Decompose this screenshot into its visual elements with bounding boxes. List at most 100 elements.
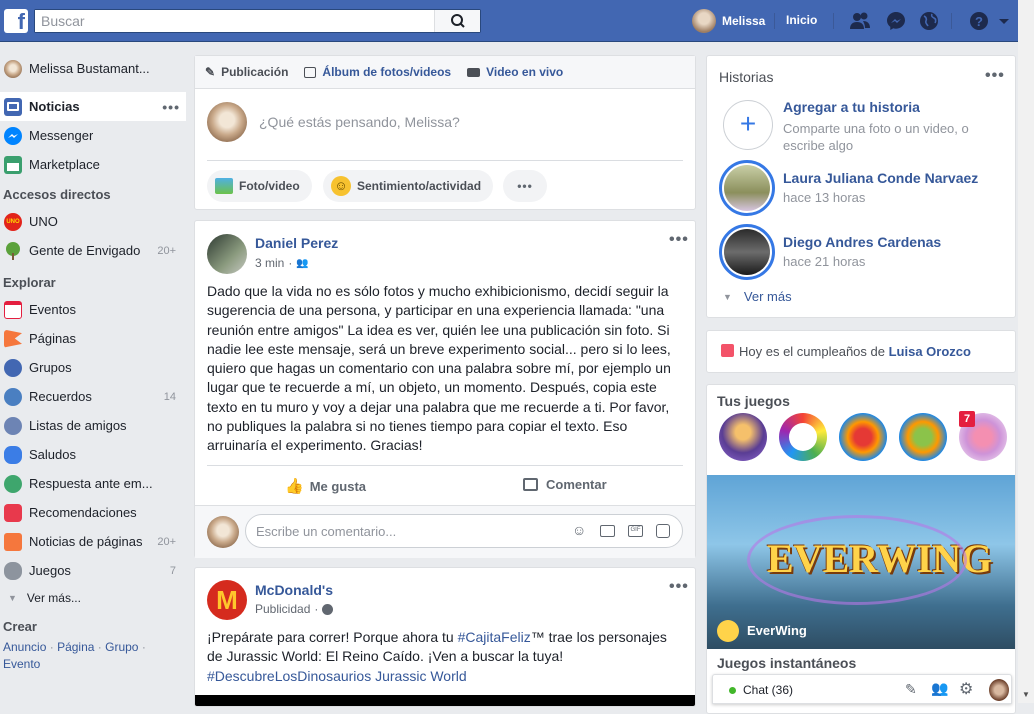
post-author[interactable]: Daniel Perez bbox=[255, 235, 338, 251]
post-author[interactable]: McDonald's bbox=[255, 582, 333, 598]
post-composer: ✎ Publicación Álbum de fotos/videos Video… bbox=[194, 55, 696, 210]
featured-game-name: EverWing bbox=[747, 623, 807, 638]
avatar[interactable] bbox=[989, 679, 1009, 701]
chat-bar[interactable]: Chat (36) ✎ 👥 ⚙ bbox=[712, 674, 1012, 704]
photo-video-button[interactable]: Foto/video bbox=[207, 170, 312, 202]
sidebar-item-news-feed[interactable]: Noticias ••• bbox=[0, 92, 186, 121]
comment-button[interactable]: Comentar bbox=[523, 477, 607, 492]
count-badge: 20+ bbox=[157, 535, 176, 548]
sidebar-profile[interactable]: Melissa Bustamant... bbox=[0, 54, 186, 83]
hashtag-link[interactable]: #CajitaFeliz bbox=[458, 629, 531, 645]
everwing-banner[interactable]: EVERWING EverWing bbox=[707, 475, 1015, 649]
sidebar-item-calendar[interactable]: Eventos bbox=[0, 295, 186, 324]
game-icon[interactable] bbox=[779, 413, 827, 461]
story-name: Diego Andres Cardenas bbox=[783, 234, 942, 250]
game-icon[interactable] bbox=[839, 413, 887, 461]
sidebar-item-flag[interactable]: Páginas bbox=[0, 324, 186, 353]
mcdonalds-logo-icon[interactable]: M bbox=[207, 580, 247, 620]
sidebar-item-groups[interactable]: Grupos bbox=[0, 353, 186, 382]
sidebar-item-label: Marketplace bbox=[29, 157, 100, 172]
sidebar-item-wave-hand[interactable]: Saludos bbox=[0, 440, 186, 469]
story-time: hace 13 horas bbox=[783, 190, 866, 205]
facebook-logo-icon[interactable]: f bbox=[4, 9, 28, 34]
create-group-icon[interactable]: 👥 bbox=[931, 680, 948, 697]
like-button[interactable]: 👍 Me gusta bbox=[285, 477, 366, 495]
post-meta: Publicidad · bbox=[255, 602, 334, 616]
avatar[interactable] bbox=[207, 234, 247, 274]
photo-icon bbox=[215, 178, 233, 194]
home-link[interactable]: Inicio bbox=[786, 13, 817, 27]
page-scrollbar[interactable]: ▼ bbox=[1018, 0, 1034, 703]
hashtag-link[interactable]: #DescubreLosDinosaurios bbox=[207, 668, 371, 684]
sidebar-item-friend-list[interactable]: Listas de amigos bbox=[0, 411, 186, 440]
page-link[interactable]: Jurassic World bbox=[371, 668, 467, 684]
create-group-link[interactable]: Grupo bbox=[105, 640, 138, 654]
composer-input[interactable]: ¿Qué estás pensando, Melissa? bbox=[259, 114, 460, 130]
comment-input[interactable]: Escribe un comentario... ☺ GIF bbox=[245, 514, 683, 548]
notifications-globe-icon[interactable] bbox=[918, 10, 940, 32]
add-to-story[interactable]: + Agregar a tu historia Comparte una fot… bbox=[719, 98, 1009, 154]
sidebar-item-label: Listas de amigos bbox=[29, 418, 127, 433]
sidebar-item-label: Páginas bbox=[29, 331, 76, 346]
more-options-icon[interactable]: ••• bbox=[985, 67, 1005, 85]
sidebar-item-gamepad[interactable]: Juegos 7 bbox=[0, 556, 186, 585]
see-more-link[interactable]: ▼ Ver más... bbox=[0, 585, 186, 611]
sidebar-item-uno[interactable]: UNO UNO bbox=[0, 207, 186, 236]
friend-requests-icon[interactable] bbox=[849, 10, 871, 32]
sidebar-item-label: Saludos bbox=[29, 447, 76, 462]
post-time[interactable]: 3 min bbox=[255, 256, 284, 270]
sidebar-item-crisis-response[interactable]: Respuesta ante em... bbox=[0, 469, 186, 498]
profile-link[interactable]: Melissa bbox=[692, 9, 765, 33]
sidebar-item-recommendations[interactable]: Recomendaciones bbox=[0, 498, 186, 527]
search-button[interactable] bbox=[434, 10, 480, 32]
tab-live-video[interactable]: Video en vivo bbox=[467, 65, 563, 79]
sidebar-item-gente-envigado[interactable]: Gente de Envigado 20+ bbox=[0, 236, 186, 265]
camera-icon[interactable] bbox=[600, 525, 615, 537]
sticker-icon[interactable] bbox=[656, 524, 670, 538]
scroll-down-arrow-icon[interactable]: ▼ bbox=[1022, 690, 1030, 699]
comment-bubble-icon bbox=[523, 478, 538, 491]
help-icon[interactable]: ? bbox=[968, 10, 990, 32]
more-options-icon[interactable]: ••• bbox=[162, 99, 180, 115]
button-label: Sentimiento/actividad bbox=[357, 179, 482, 193]
story-item[interactable]: Laura Juliana Conde Narvaez hace 13 hora… bbox=[719, 160, 1009, 216]
new-message-icon[interactable]: ✎ bbox=[905, 681, 917, 698]
feeling-activity-button[interactable]: ☺ Sentimiento/actividad bbox=[323, 170, 494, 202]
gif-icon[interactable]: GIF bbox=[628, 525, 643, 537]
marketplace-icon bbox=[4, 155, 22, 174]
messenger-icon[interactable] bbox=[885, 10, 907, 32]
game-icon[interactable] bbox=[899, 413, 947, 461]
divider bbox=[774, 13, 775, 29]
birthday-name-link[interactable]: Luisa Orozco bbox=[889, 344, 971, 359]
emoji-icon[interactable]: ☺ bbox=[572, 522, 586, 538]
post-text: Dado que la vida no es sólo fotos y much… bbox=[207, 283, 671, 454]
sidebar-item-marketplace[interactable]: Marketplace bbox=[0, 150, 186, 179]
dropdown-arrow-icon[interactable] bbox=[997, 10, 1011, 32]
ad-image[interactable] bbox=[195, 695, 695, 706]
sidebar-item-memories-clock[interactable]: Recuerdos 14 bbox=[0, 382, 186, 411]
memories-clock-icon bbox=[4, 387, 22, 406]
tree-icon bbox=[4, 241, 22, 260]
create-event-link[interactable]: Evento bbox=[3, 657, 40, 671]
more-options-icon[interactable]: ••• bbox=[669, 578, 689, 596]
tab-post[interactable]: ✎ Publicación bbox=[205, 65, 288, 79]
create-heading: Crear bbox=[3, 619, 37, 634]
create-ad-link[interactable]: Anuncio bbox=[3, 640, 46, 654]
sidebar-item-pages-feed[interactable]: Noticias de páginas 20+ bbox=[0, 527, 186, 556]
story-name: Laura Juliana Conde Narvaez bbox=[783, 170, 979, 186]
stories-see-more[interactable]: ▼ Ver más bbox=[723, 289, 792, 304]
sidebar-item-messenger[interactable]: Messenger bbox=[0, 121, 186, 150]
story-item[interactable]: Diego Andres Cardenas hace 21 horas bbox=[719, 224, 1009, 280]
create-page-link[interactable]: Página bbox=[57, 640, 94, 654]
avatar bbox=[4, 59, 22, 78]
more-options-icon[interactable]: ••• bbox=[503, 170, 547, 202]
settings-gear-icon[interactable]: ⚙ bbox=[959, 679, 973, 699]
tab-photo-album[interactable]: Álbum de fotos/videos bbox=[304, 65, 451, 79]
more-options-icon[interactable]: ••• bbox=[669, 231, 689, 249]
game-icon[interactable] bbox=[719, 413, 767, 461]
tab-label: Publicación bbox=[221, 65, 289, 79]
svg-text:?: ? bbox=[975, 14, 983, 29]
explore-heading: Explorar bbox=[3, 275, 56, 290]
sponsored-label[interactable]: Publicidad bbox=[255, 602, 310, 616]
search-input[interactable] bbox=[35, 10, 430, 32]
